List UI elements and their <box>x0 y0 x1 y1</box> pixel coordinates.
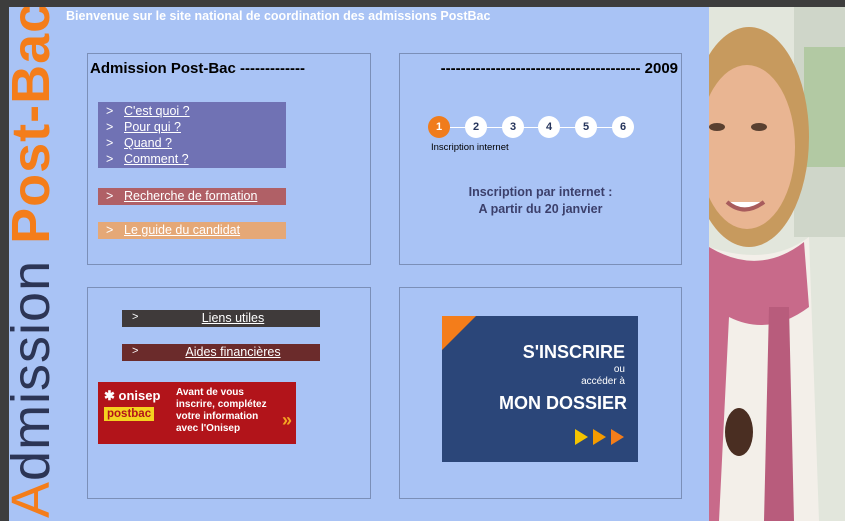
cta-line4: MON DOSSIER <box>498 393 627 413</box>
sinscrire-button[interactable]: S'INSCRIRE ou accéder à MON DOSSIER <box>442 316 638 462</box>
onisep-banner[interactable]: ✱ onisep postbac Avant de vous inscrire,… <box>98 382 296 444</box>
triple-arrow-icon <box>570 429 624 450</box>
panel-links: > Liens utiles > Aides financières ✱ oni… <box>87 287 371 499</box>
step-timeline: 1 2 3 4 5 6 <box>428 116 638 140</box>
inscription-info: Inscription par internet : A partir du 2… <box>400 184 681 218</box>
step-3[interactable]: 3 <box>502 116 524 138</box>
onisep-text: Avant de vous inscrire, complétez votre … <box>176 387 267 434</box>
onisep-logo: ✱ onisep postbac <box>104 388 161 421</box>
cta-line3: accéder à <box>581 376 625 387</box>
step-5[interactable]: 5 <box>575 116 597 138</box>
aides-financieres-link[interactable]: > Aides financières <box>122 344 320 361</box>
menu-link-cest-quoi[interactable]: > C'est quoi ? <box>106 104 190 118</box>
recherche-formation-link[interactable]: > Recherche de formation <box>98 188 286 205</box>
menu-link-pour-qui[interactable]: > Pour qui ? <box>106 120 181 134</box>
step-caption: Inscription internet <box>431 142 509 153</box>
info-menu: > C'est quoi ? > Pour qui ? > Quand ? > Comm… <box>98 102 286 168</box>
vertical-title: Admission Post-Bac <box>9 7 61 518</box>
step-6[interactable]: 6 <box>612 116 634 138</box>
vertical-title-admission: dmission <box>9 259 61 481</box>
panel-admission: Admission Post-Bac ------------- > C'est … <box>87 53 371 265</box>
inscription-info-line1: Inscription par internet : <box>468 185 613 199</box>
cta-line2: ou <box>613 364 625 375</box>
sun-icon: ✱ <box>104 388 115 403</box>
welcome-banner: Bienvenue sur le site national de coordi… <box>66 9 491 23</box>
liens-utiles-link[interactable]: > Liens utiles <box>122 310 320 327</box>
step-2[interactable]: 2 <box>465 116 487 138</box>
corner-fold <box>442 316 476 350</box>
panel-calendar: ----------------------------------------… <box>399 53 682 265</box>
menu-link-quand[interactable]: > Quand ? <box>106 136 172 150</box>
double-chevron-right-icon: » <box>281 410 292 430</box>
panel-calendar-title: ----------------------------------------… <box>440 60 678 77</box>
step-1[interactable]: 1 <box>428 116 450 138</box>
vertical-title-initial: A <box>9 481 61 518</box>
arrow-icon: > <box>106 189 114 203</box>
student-photo-illustration <box>709 7 845 521</box>
step-4[interactable]: 4 <box>538 116 560 138</box>
inscription-info-line2: A partir du 20 janvier <box>478 202 603 216</box>
vertical-title-postbac: Post-Bac <box>9 7 61 244</box>
guide-candidat-link[interactable]: > Le guide du candidat <box>98 222 286 239</box>
main-page: Admission Post-Bac Bienvenue sur le site… <box>9 7 709 521</box>
panel-cta: S'INSCRIRE ou accéder à MON DOSSIER <box>399 287 682 499</box>
arrow-icon: > <box>106 223 114 237</box>
menu-link-comment[interactable]: > Comment ? <box>106 152 189 166</box>
panel-admission-title: Admission Post-Bac ------------- <box>90 60 305 77</box>
student-photo <box>709 7 845 521</box>
cta-line1: S'INSCRIRE <box>522 342 625 362</box>
